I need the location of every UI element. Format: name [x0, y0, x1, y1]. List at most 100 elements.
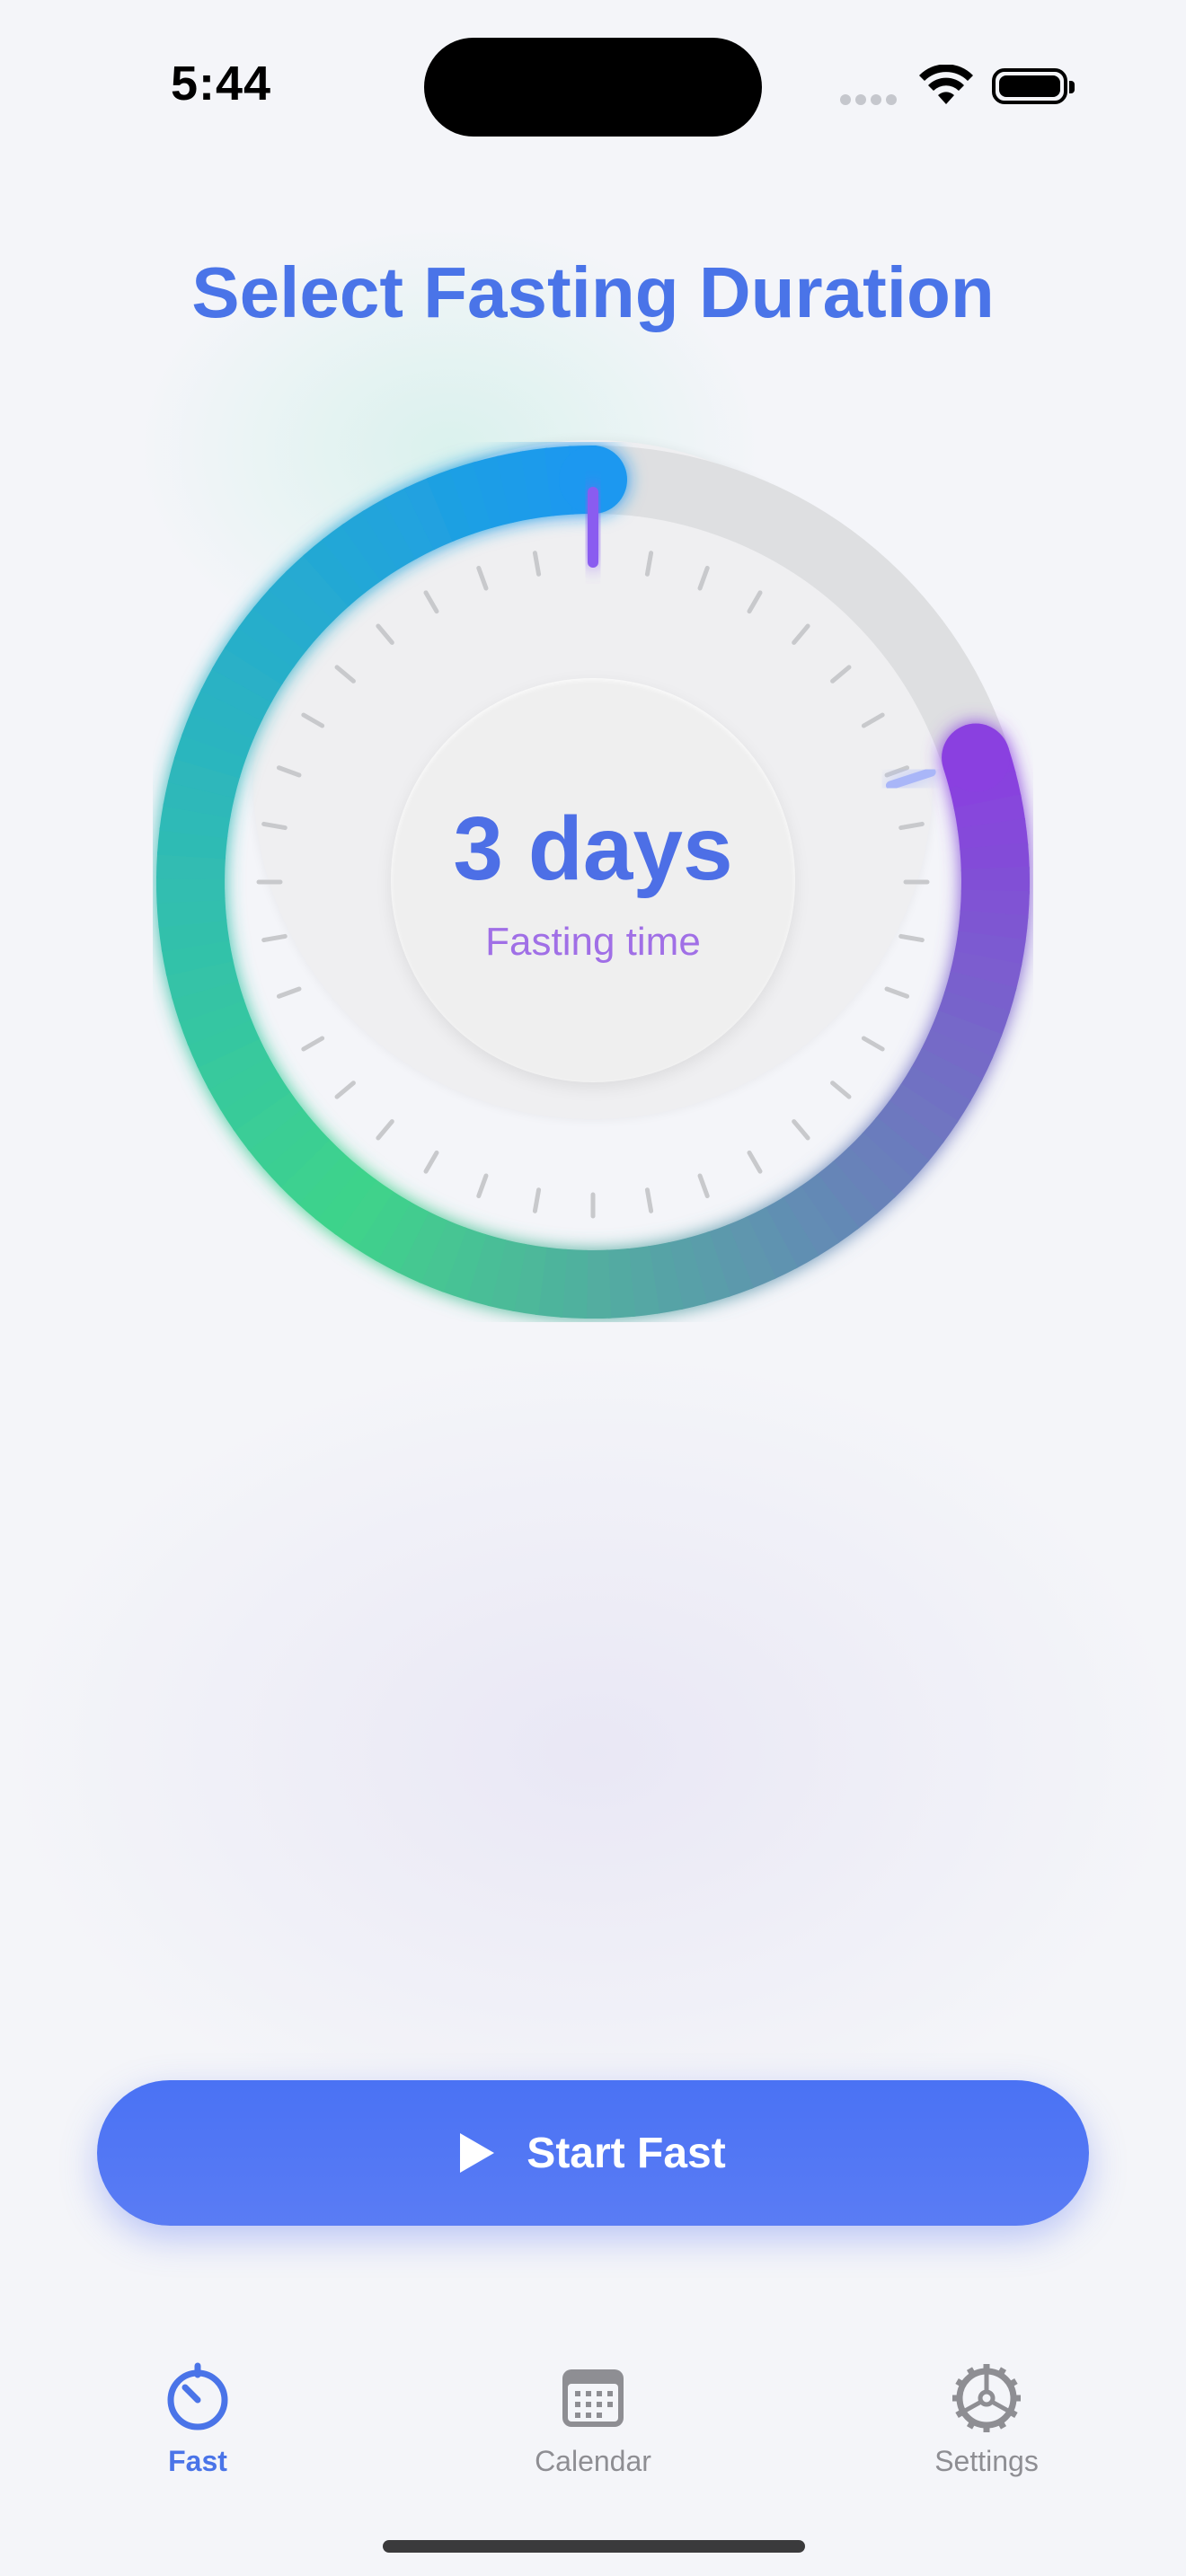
ring-segment: [200, 666, 273, 721]
ring-segment: [888, 1083, 959, 1144]
play-icon: [460, 2133, 495, 2173]
ring-segment: [440, 1227, 487, 1301]
ring-segment: [831, 1146, 897, 1215]
ring-segment: [910, 1047, 983, 1103]
home-indicator: [383, 2540, 805, 2553]
ring-segment: [846, 1132, 914, 1198]
cellular-signal-icon: [840, 93, 901, 110]
ring-segment: [799, 1173, 860, 1244]
ring-segment: [165, 957, 239, 1000]
dial-tick: [532, 551, 542, 577]
dial-tick: [884, 765, 910, 778]
ring-segment: [464, 1233, 507, 1307]
ring-segment: [625, 1246, 660, 1317]
ring-segment: [237, 605, 308, 668]
ring-segment: [219, 1072, 291, 1132]
ring-segment: [418, 1219, 468, 1292]
background-glow-bottom: [0, 1347, 1186, 2156]
tab-calendar-label: Calendar: [535, 2445, 651, 2477]
ring-segment: [487, 1239, 527, 1312]
tab-settings[interactable]: Settings: [879, 2362, 1094, 2478]
ring-segment: [375, 1200, 429, 1274]
duration-value: 3 days: [453, 798, 733, 899]
ring-segment: [535, 1247, 568, 1318]
gear-icon: [952, 2364, 1021, 2432]
dial-tick: [697, 565, 710, 591]
ring-segment: [246, 1106, 316, 1170]
ring-segment: [929, 1010, 1003, 1060]
dial-tick: [423, 1150, 439, 1174]
duration-label: Fasting time: [485, 920, 701, 964]
ring-segment: [943, 970, 1017, 1014]
ring-segment: [178, 998, 252, 1046]
tab-fast[interactable]: Fast: [90, 2362, 305, 2478]
ring-segment: [815, 1160, 879, 1231]
ring-segment: [646, 1241, 685, 1314]
dial-tick: [334, 1081, 356, 1099]
ring-segment: [861, 1116, 930, 1181]
dial-tick: [476, 565, 489, 591]
dial-tick: [861, 1036, 885, 1052]
dial-tick: [276, 765, 302, 778]
ring-segment: [706, 1224, 754, 1298]
ring-segment: [279, 1137, 345, 1204]
ring-cap: [942, 723, 1011, 792]
dial-tick: [747, 1150, 763, 1174]
dial-tick: [697, 1173, 710, 1199]
ring-segment: [268, 569, 336, 636]
ring-segment: [395, 1210, 448, 1284]
timer-icon: [167, 2362, 228, 2430]
ring-segment: [667, 1237, 708, 1310]
ring-segment: [252, 587, 322, 652]
dial-handle-marker[interactable]: [885, 767, 936, 790]
dial-tick: [861, 712, 885, 728]
start-fast-button[interactable]: Start Fast: [97, 2080, 1089, 2226]
dial-tick: [476, 1173, 489, 1199]
status-time: 5:44: [171, 57, 272, 110]
ring-segment: [519, 447, 555, 519]
dial-tick: [334, 665, 356, 684]
ring-segment: [745, 1206, 799, 1280]
dial-tick: [423, 590, 439, 614]
ring-segment: [606, 1248, 636, 1319]
dial-tick: [830, 1081, 852, 1099]
ring-segment: [296, 1151, 361, 1221]
dial-tick: [792, 623, 810, 645]
ring-segment: [404, 477, 456, 551]
ring-segment: [899, 1065, 971, 1124]
dynamic-island: [424, 38, 762, 137]
ring-segment: [224, 625, 296, 685]
ring-segment: [285, 553, 351, 622]
dial-tick: [376, 1119, 394, 1141]
ring-segment: [382, 487, 437, 560]
start-fast-label: Start Fast: [527, 2129, 726, 2177]
dial-tick: [532, 1187, 542, 1213]
page-title: Select Fasting Duration: [191, 252, 995, 332]
dial-tick: [747, 590, 763, 614]
ring-segment: [686, 1231, 731, 1304]
dial-tick: [276, 986, 302, 999]
ring-segment: [207, 1054, 279, 1111]
battery-icon: [992, 68, 1075, 104]
tab-settings-label: Settings: [934, 2445, 1039, 2477]
calendar-icon: [562, 2369, 624, 2427]
ring-segment: [361, 498, 419, 570]
ring-segment: [874, 1100, 945, 1163]
ring-segment: [190, 687, 263, 740]
ring-segment: [211, 645, 284, 703]
tab-fast-label: Fast: [168, 2445, 227, 2477]
ring-segment: [333, 1178, 394, 1249]
ring-segment: [262, 1122, 331, 1188]
ring-segment: [353, 1189, 412, 1262]
ring-segment: [187, 1017, 261, 1068]
ring-segment: [426, 468, 475, 543]
ring-segment: [196, 1036, 270, 1090]
ring-segment: [449, 461, 495, 534]
ring-segment: [303, 538, 367, 607]
tab-calendar[interactable]: Calendar: [485, 2362, 701, 2478]
wifi-icon: [919, 65, 973, 104]
ring-segment: [232, 1090, 304, 1151]
dial-tick: [301, 1036, 325, 1052]
dial-tick: [884, 986, 910, 999]
ring-segment: [322, 523, 384, 594]
